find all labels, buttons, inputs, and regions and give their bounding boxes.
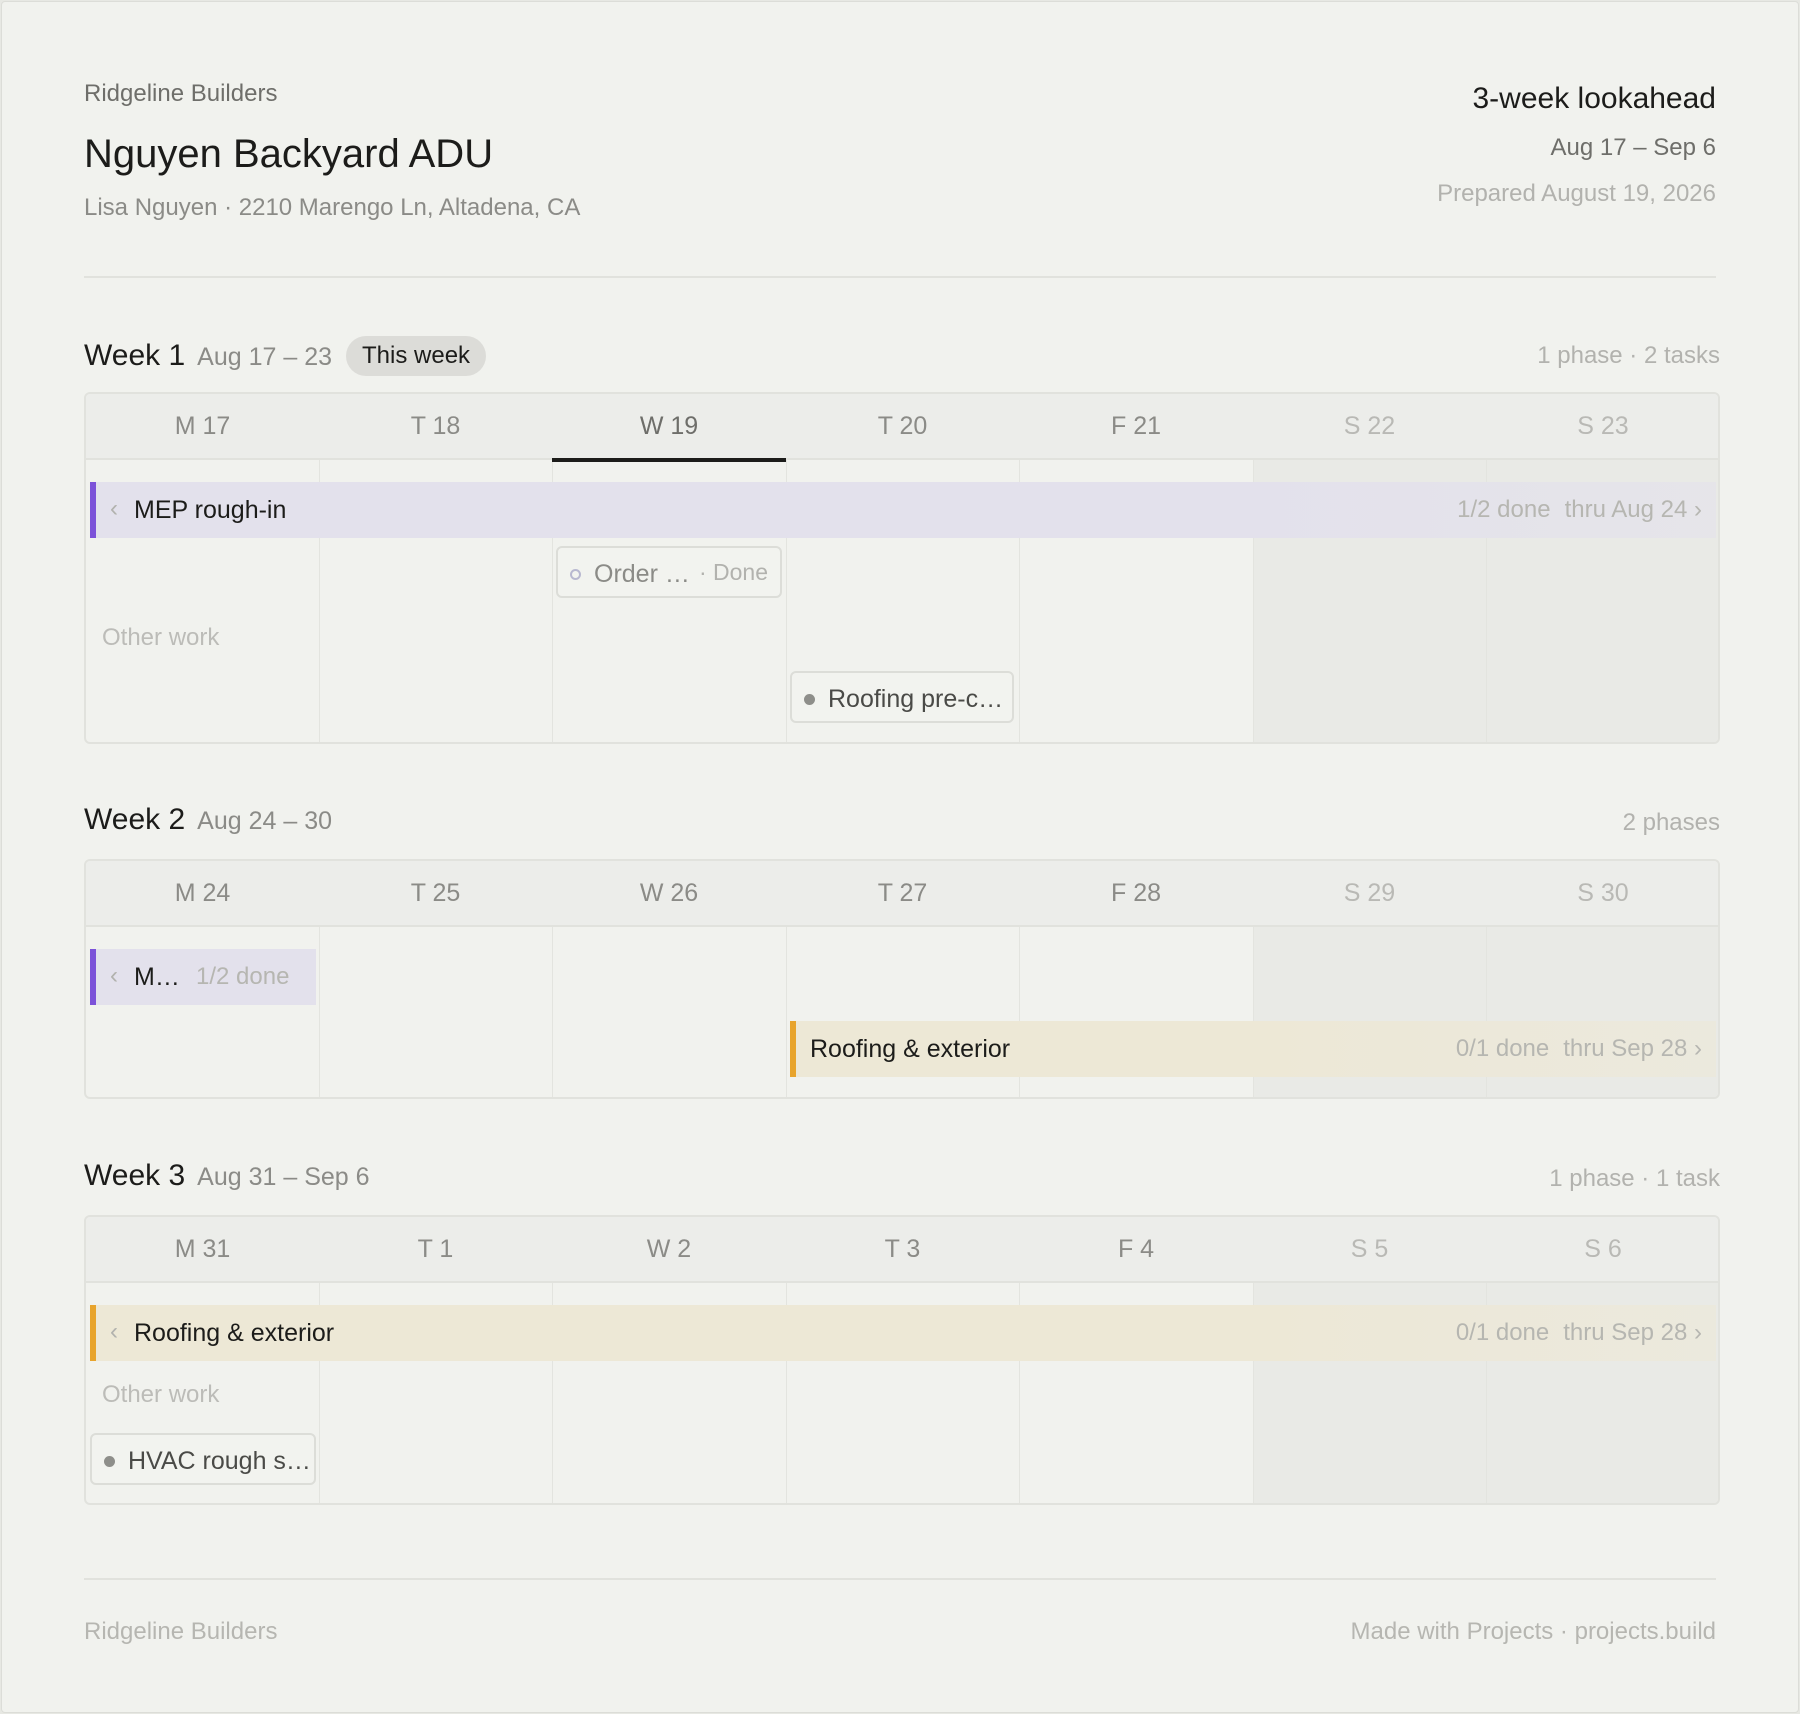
task-status: · Done [698, 559, 768, 585]
phase-progress: 0/1 done [1455, 1035, 1550, 1062]
phase-progress-info: 0/1 done thru Sep 28 › [1456, 1035, 1702, 1063]
phase-bar-mep-rough-in[interactable]: ‹ M… 1/2 done [90, 949, 316, 1005]
prepared-date: Prepared August 19, 2026 [1437, 180, 1716, 207]
day-header-weekend: S 22 [1343, 412, 1396, 440]
day-header: T 18 [410, 412, 461, 440]
phase-label: Roofing & exterior [134, 1319, 335, 1347]
phase-end-date: thru Sep 28 › [1563, 1319, 1702, 1346]
phase-progress: 0/1 done [1455, 1319, 1550, 1346]
week-title-text: Week 1 [84, 339, 186, 372]
task-label: Roofing pre-c… [828, 685, 1004, 713]
column-divider [319, 927, 320, 1097]
phase-label: M… [134, 963, 180, 991]
footer-company: Ridgeline Builders [84, 1618, 278, 1645]
project-title: Nguyen Backyard ADU [84, 132, 494, 176]
day-header-weekend: S 29 [1343, 879, 1396, 907]
chevron-left-icon: ‹ [110, 1318, 118, 1345]
task-chip-roofing-pre-check[interactable]: Roofing pre-c… [790, 671, 1014, 723]
company-name: Ridgeline Builders [84, 80, 278, 107]
chevron-left-icon: ‹ [110, 962, 118, 989]
day-header-weekend: S 23 [1577, 412, 1629, 440]
task-chip-hvac-rough[interactable]: HVAC rough s… [90, 1433, 316, 1485]
week-header: Week 1 Aug 17 – 23 This week 1 phase · 2 t… [84, 332, 1720, 378]
day-header: T 1 [417, 1235, 454, 1263]
task-status-dot-icon [104, 1456, 115, 1467]
week-summary: 2 phases [1622, 809, 1720, 836]
today-indicator [552, 458, 786, 462]
week-summary: 1 phase · 1 task [1549, 1165, 1720, 1192]
day-header: T 3 [884, 1235, 921, 1263]
week-grid: M 24 T 25 W 26 T 27 F 28 S 29 S 30 ‹ M… … [84, 859, 1720, 1099]
footer-credit[interactable]: Made with Projects · projects.build [1351, 1618, 1716, 1646]
lookahead-date-range: Aug 17 – Sep 6 [1550, 134, 1716, 161]
day-header-weekend: S 6 [1584, 1235, 1622, 1263]
page-header: Ridgeline Builders Nguyen Backyard ADU L… [84, 2, 1716, 278]
week-range: Aug 24 – 30 [197, 807, 333, 835]
this-week-badge: This week [346, 336, 487, 376]
client-address: Lisa Nguyen · 2210 Marengo Ln, Altadena,… [84, 194, 581, 221]
day-header: F 28 [1110, 879, 1162, 907]
week-summary: 1 phase · 2 tasks [1537, 342, 1720, 369]
week-title: Week 3 Aug 31 – Sep 6 [84, 1159, 370, 1193]
week-title-text: Week 2 [84, 803, 186, 836]
task-label: Order … [594, 560, 690, 588]
day-header-row: M 31 T 1 W 2 T 3 F 4 S 5 S 6 [86, 1217, 1718, 1283]
week-grid: M 17 T 18 W 19 T 20 F 21 S 22 S 23 ‹ MEP… [84, 392, 1720, 744]
day-header: T 27 [877, 879, 928, 907]
week-title: Week 1 Aug 17 – 23 This week [84, 336, 487, 376]
phase-progress-info: 0/1 done thru Sep 28 › [1456, 1319, 1702, 1347]
day-header: T 20 [877, 412, 928, 440]
day-header: M 31 [174, 1235, 231, 1263]
phase-label: Roofing & exterior [810, 1035, 1011, 1063]
phase-progress: 1/2 done [1457, 496, 1551, 523]
day-header: T 25 [410, 879, 461, 907]
day-header-today: W 19 [552, 394, 786, 462]
column-divider [786, 927, 787, 1097]
phase-progress-info: 1/2 done thru Aug 24 › [1457, 496, 1702, 524]
day-header-row: M 17 T 18 W 19 T 20 F 21 S 22 S 23 [86, 394, 1718, 462]
task-label: HVAC rough s… [128, 1447, 311, 1475]
day-header-row: M 24 T 25 W 26 T 27 F 28 S 29 S 30 [86, 861, 1718, 927]
week-grid: M 31 T 1 W 2 T 3 F 4 S 5 S 6 ‹ Roofing &… [84, 1215, 1720, 1505]
day-header-label: W 19 [639, 412, 699, 440]
phase-end-date: thru Aug 24 › [1564, 496, 1702, 523]
week-range: Aug 31 – Sep 6 [197, 1163, 370, 1191]
day-header: M 17 [174, 412, 231, 440]
phase-bar-roofing-exterior[interactable]: Roofing & exterior 0/1 done thru Sep 28 › [790, 1021, 1716, 1077]
day-header-weekend: S 30 [1577, 879, 1629, 907]
other-work-label: Other work [102, 1381, 220, 1408]
page-footer: Ridgeline Builders Made with Projects · … [84, 1578, 1716, 1645]
day-header: F 21 [1110, 412, 1162, 440]
week-header: Week 3 Aug 31 – Sep 6 1 phase · 1 task [84, 1155, 1720, 1201]
chevron-left-icon: ‹ [110, 495, 118, 522]
day-header: W 2 [646, 1235, 692, 1263]
lookahead-page: Ridgeline Builders Nguyen Backyard ADU L… [1, 1, 1799, 1713]
week-range: Aug 17 – 23 [197, 343, 333, 371]
phase-end-date: thru Sep 28 › [1563, 1035, 1702, 1062]
other-work-label: Other work [102, 624, 220, 651]
day-header: F 4 [1117, 1235, 1155, 1263]
phase-bar-roofing-exterior[interactable]: ‹ Roofing & exterior 0/1 done thru Sep 28… [90, 1305, 1716, 1361]
phase-label: MEP rough-in [134, 496, 287, 524]
week-header: Week 2 Aug 24 – 30 2 phases [84, 799, 1720, 845]
week-title-text: Week 3 [84, 1159, 186, 1192]
column-divider [552, 927, 553, 1097]
phase-progress: 1/2 done [196, 963, 290, 990]
day-header: M 24 [174, 879, 231, 907]
phase-bar-mep-rough-in[interactable]: ‹ MEP rough-in 1/2 done thru Aug 24 › [90, 482, 1716, 538]
day-header-weekend: S 5 [1350, 1235, 1389, 1263]
week-title: Week 2 Aug 24 – 30 [84, 803, 332, 837]
task-done-icon [570, 569, 581, 580]
lookahead-title: 3-week lookahead [1472, 82, 1716, 115]
day-header: W 26 [639, 879, 699, 907]
task-status-dot-icon [804, 694, 815, 705]
task-chip-order[interactable]: Order … · Done [556, 546, 782, 598]
